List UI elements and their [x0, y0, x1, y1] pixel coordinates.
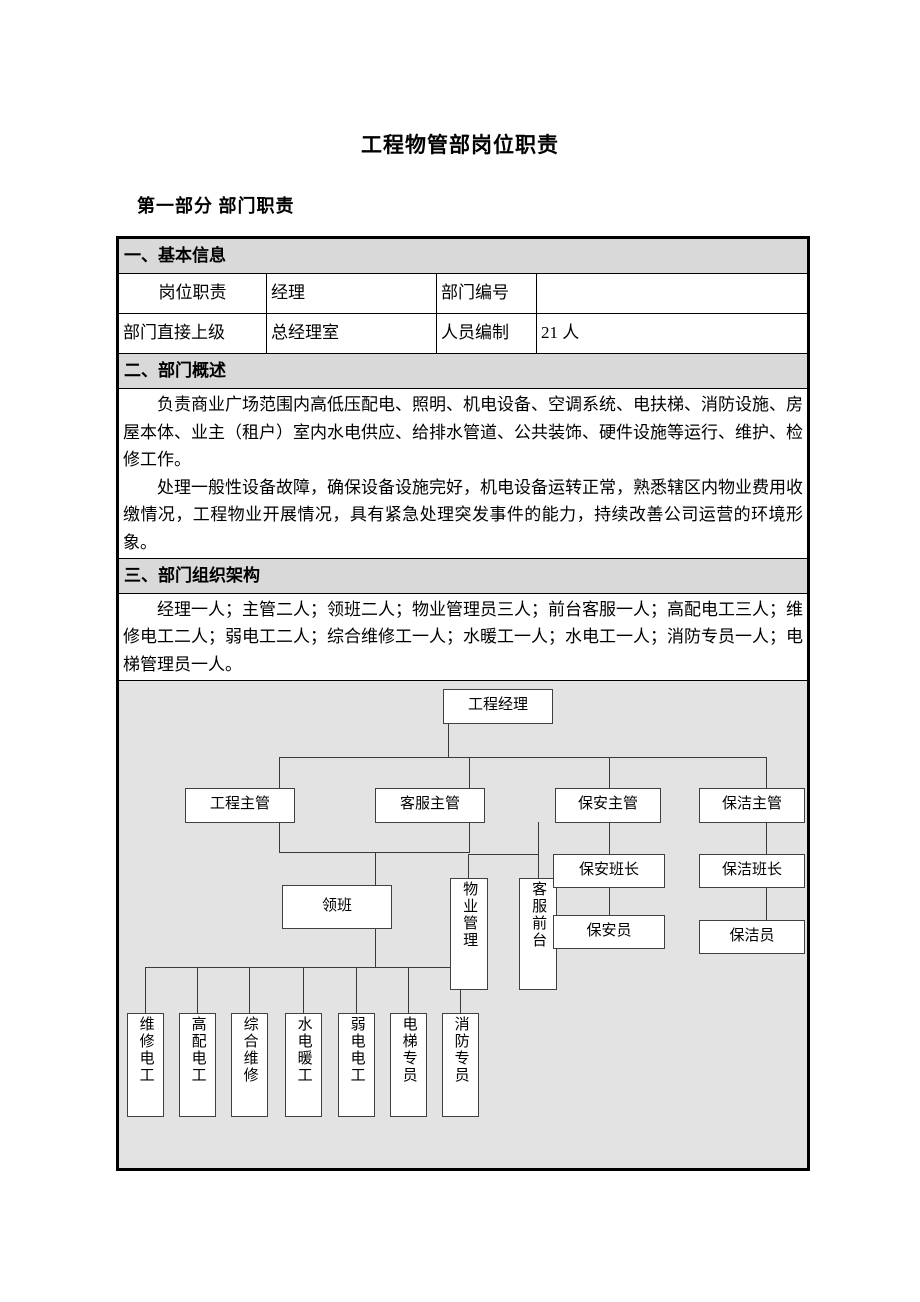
org-node-hv-elec[interactable]: 高配电工	[179, 1012, 216, 1117]
org-node-label: 工程主管	[209, 796, 270, 813]
org-node-sec-staff[interactable]: 保安员	[553, 914, 665, 949]
connector-drop-gen-repair	[249, 966, 250, 1013]
org-node-manager[interactable]: 工程经理	[443, 688, 553, 724]
connector-clean-lead-to-staff	[766, 887, 767, 920]
org-node-label: 保洁主管	[721, 796, 782, 813]
org-node-label: 电梯专员	[400, 1015, 417, 1084]
table-row-section-org: 三、部门组织架构	[117, 558, 809, 595]
org-node-cs-super[interactable]: 客服主管	[375, 787, 485, 823]
table-row-section-overview: 二、部门概述	[117, 353, 809, 389]
table-row-overview-body: 负责商业广场范围内高低压配电、照明、机电设备、空调系统、电扶梯、消防设施、房屋本…	[117, 387, 809, 560]
connector-drop-cs-front	[538, 853, 539, 878]
cell-value-dept-code	[536, 273, 809, 314]
connector-foreman-up	[375, 851, 376, 885]
org-node-low-volt[interactable]: 弱电电工	[338, 1012, 375, 1117]
connector-drop-sec-super	[609, 756, 610, 788]
org-node-repair-elec[interactable]: 维修电工	[127, 1012, 164, 1117]
connector-sec-super-to-lead	[609, 821, 610, 854]
table-row-org-chart: 工程经理 工程主管 客服主管 保安主管 保洁主管 领班 物业管理 客服前台 保安…	[117, 680, 809, 1170]
org-node-label: 物业管理	[461, 880, 478, 949]
part-heading: 第一部分 部门职责	[137, 196, 295, 216]
document-page: 工程物管部岗位职责 第一部分 部门职责 一、基本信息 岗位职责 经理 部门编号 …	[0, 0, 920, 1302]
connector-drop-repair-elec	[145, 966, 146, 1013]
org-node-label: 领班	[321, 897, 352, 914]
org-node-label: 保安员	[586, 922, 632, 939]
connector-eng-super-down	[279, 821, 280, 852]
connector-drop-prop-mgmt	[468, 853, 469, 878]
cell-value-position: 经理	[266, 273, 437, 314]
connector-drop-plumb-heat	[303, 966, 304, 1013]
connector-sec-lead-to-staff	[609, 887, 610, 915]
connector-drop-low-volt	[356, 966, 357, 1013]
cell-label-supervisor: 部门直接上级	[117, 313, 267, 354]
org-node-label: 高配电工	[189, 1015, 206, 1084]
connector-cs-super-down-right	[538, 821, 539, 854]
org-node-plumb-heat[interactable]: 水电暖工	[285, 1012, 322, 1117]
org-node-foreman[interactable]: 领班	[282, 884, 392, 929]
org-node-label: 维修电工	[137, 1015, 154, 1084]
table-row-org-intro: 经理一人；主管二人；领班二人；物业管理员三人；前台客服一人；高配电工三人；维修电…	[117, 593, 809, 681]
cell-value-headcount: 21 人	[536, 313, 809, 354]
connector-drop-eng-super	[279, 756, 280, 788]
org-chart-cell: 工程经理 工程主管 客服主管 保安主管 保洁主管 领班 物业管理 客服前台 保安…	[117, 680, 809, 1170]
org-node-label: 保洁班长	[721, 861, 782, 878]
org-node-gen-repair[interactable]: 综合维修	[231, 1012, 268, 1117]
overview-paragraph-1: 负责商业广场范围内高低压配电、照明、机电设备、空调系统、电扶梯、消防设施、房屋本…	[123, 395, 803, 470]
org-node-clean-staff[interactable]: 保洁员	[699, 919, 805, 954]
connector-drop-clean-super	[766, 756, 767, 788]
org-node-eng-super[interactable]: 工程主管	[185, 787, 295, 823]
connector-drop-cs-super	[469, 756, 470, 788]
org-node-label: 水电暖工	[295, 1015, 312, 1084]
org-node-sec-lead[interactable]: 保安班长	[553, 853, 665, 888]
org-node-fire-safety[interactable]: 消防专员	[442, 1012, 479, 1117]
section-heading-org-structure: 三、部门组织架构	[117, 558, 809, 595]
org-node-label: 工程经理	[467, 697, 528, 714]
cell-label-headcount: 人员编制	[436, 313, 537, 354]
org-node-label: 综合维修	[241, 1015, 258, 1084]
org-node-prop-mgmt[interactable]: 物业管理	[450, 877, 488, 990]
org-node-label: 保安班长	[578, 861, 639, 878]
cell-label-dept-code: 部门编号	[436, 273, 537, 314]
org-node-clean-lead[interactable]: 保洁班长	[699, 853, 805, 888]
table-row: 部门直接上级 总经理室 人员编制 21 人	[117, 313, 809, 354]
org-node-label: 保洁员	[729, 927, 775, 944]
connector-manager-down	[448, 723, 449, 757]
org-staffing-body: 经理一人；主管二人；领班二人；物业管理员三人；前台客服一人；高配电工三人；维修电…	[117, 593, 809, 681]
org-node-sec-super[interactable]: 保安主管	[555, 787, 661, 823]
org-staffing-text: 经理一人；主管二人；领班二人；物业管理员三人；前台客服一人；高配电工三人；维修电…	[123, 600, 803, 674]
connector-foreman-down	[375, 928, 376, 967]
connector-drop-elevator	[408, 966, 409, 1013]
org-node-label: 客服主管	[399, 796, 460, 813]
connector-top-bus	[279, 756, 766, 758]
cell-value-supervisor: 总经理室	[266, 313, 437, 354]
org-node-label: 弱电电工	[348, 1015, 365, 1084]
org-chart: 工程经理 工程主管 客服主管 保安主管 保洁主管 领班 物业管理 客服前台 保安…	[119, 680, 807, 1168]
table-row: 岗位职责 经理 部门编号	[117, 273, 809, 314]
org-node-elevator[interactable]: 电梯专员	[390, 1012, 427, 1117]
page-title: 工程物管部岗位职责	[361, 133, 559, 157]
org-node-clean-super[interactable]: 保洁主管	[699, 787, 805, 823]
org-node-label: 客服前台	[530, 880, 547, 949]
table-row-section-basic: 一、基本信息	[117, 237, 809, 274]
connector-cs-children-bus	[468, 853, 539, 855]
section-heading-overview: 二、部门概述	[117, 353, 809, 389]
job-description-table: 一、基本信息 岗位职责 经理 部门编号 部门直接上级 总经理室 人员编制 21 …	[116, 236, 810, 1171]
org-node-label: 保安主管	[577, 796, 638, 813]
overview-body: 负责商业广场范围内高低压配电、照明、机电设备、空调系统、电扶梯、消防设施、房屋本…	[117, 387, 809, 560]
connector-clean-super-to-lead	[766, 821, 767, 854]
connector-drop-hv-elec	[197, 966, 198, 1013]
overview-paragraph-2: 处理一般性设备故障，确保设备设施完好，机电设备运转正常，熟悉辖区内物业费用收缴情…	[123, 477, 803, 552]
org-node-label: 消防专员	[452, 1015, 469, 1084]
section-heading-basic-info: 一、基本信息	[117, 237, 809, 274]
cell-label-position: 岗位职责	[117, 273, 267, 314]
org-node-cs-front[interactable]: 客服前台	[519, 877, 557, 990]
connector-cs-super-down-left	[469, 821, 470, 852]
